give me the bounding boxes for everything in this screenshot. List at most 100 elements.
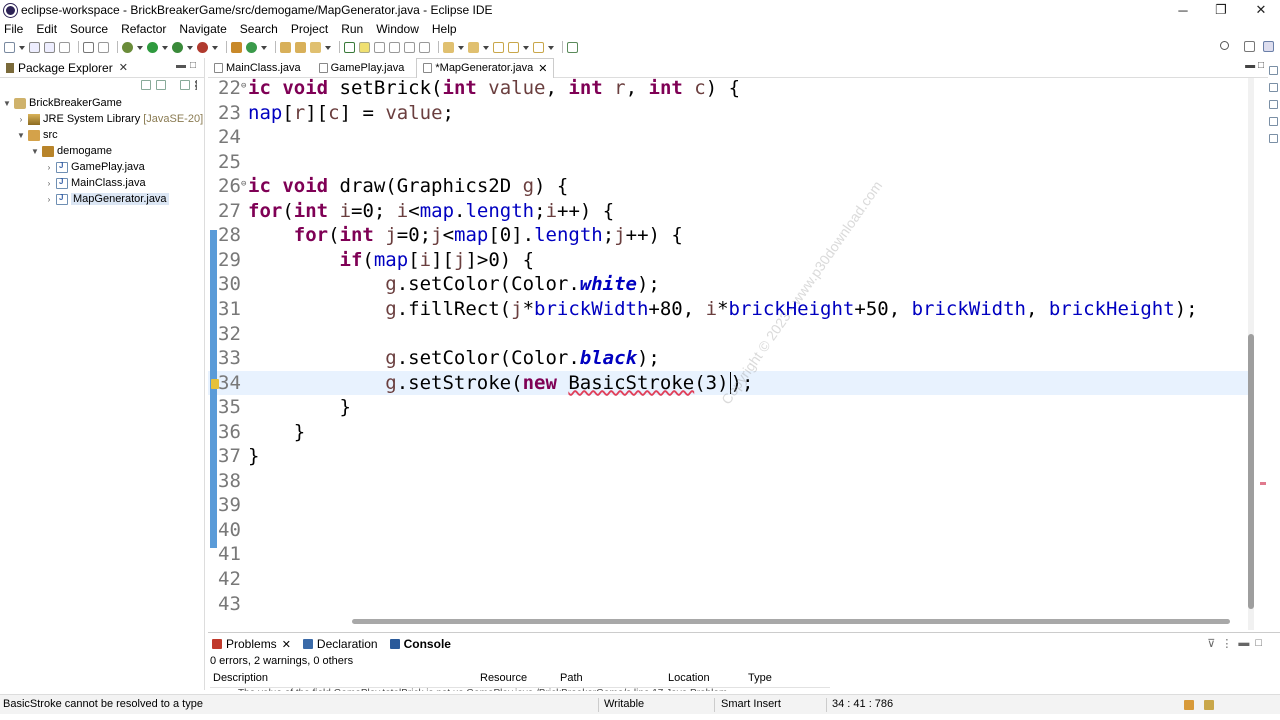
close-icon[interactable]: ✕ xyxy=(538,62,547,75)
code-line[interactable]: 26 ⊖ ic void draw(Graphics2D g) { xyxy=(208,174,1250,198)
java-perspective-icon[interactable] xyxy=(1263,41,1274,52)
bookmarks-icon[interactable] xyxy=(1269,117,1278,126)
code-line[interactable]: 41 xyxy=(208,542,1250,566)
warning-bulb-icon[interactable] xyxy=(211,379,219,389)
close-window-button[interactable]: ✕ xyxy=(1242,0,1280,20)
maximize-view-icon[interactable]: □ xyxy=(190,61,200,71)
tree-item[interactable]: ▼ demogame xyxy=(0,143,205,159)
collapse-all-icon[interactable] xyxy=(141,80,151,90)
vertical-scroll-thumb[interactable] xyxy=(1248,334,1254,609)
coverage-dropdown-icon[interactable] xyxy=(187,44,193,50)
minimize-view-icon[interactable]: ▬ xyxy=(176,61,186,71)
view-menu-icon[interactable] xyxy=(195,80,198,90)
external-tools-dropdown-icon[interactable] xyxy=(212,44,218,50)
save-all-icon[interactable] xyxy=(44,41,55,53)
code-line[interactable]: 28 for(int j=0;j<map[0].length;j++) { xyxy=(208,223,1250,247)
open-perspective-icon[interactable] xyxy=(1244,41,1255,52)
code-line[interactable]: 29 if(map[i][j]>0) { xyxy=(208,248,1250,272)
forward-icon[interactable] xyxy=(533,41,544,53)
notifications-icon[interactable] xyxy=(1184,700,1194,710)
menu-edit[interactable]: Edit xyxy=(36,22,57,36)
open-task-icon[interactable] xyxy=(295,41,306,53)
next-annotation-dropdown-icon[interactable] xyxy=(458,44,464,50)
tree-item[interactable]: ▼ src xyxy=(0,127,205,143)
problem-row[interactable]: The value of the field GamePlay.totalBri… xyxy=(238,688,838,691)
menu-project[interactable]: Project xyxy=(291,22,328,36)
code-line[interactable]: 23 nap[r][c] = value; xyxy=(208,101,1250,125)
chevron-right-icon[interactable]: › xyxy=(44,195,54,204)
menu-run[interactable]: Run xyxy=(341,22,363,36)
menu-help[interactable]: Help xyxy=(432,22,457,36)
maximize-view-icon[interactable]: □ xyxy=(1255,637,1262,650)
code-line[interactable]: 27 for(int i=0; i<map.length;i++) { xyxy=(208,199,1250,223)
menu-window[interactable]: Window xyxy=(376,22,419,36)
minimize-button[interactable]: ─ xyxy=(1164,0,1202,20)
previous-annotation-icon[interactable] xyxy=(468,41,479,53)
back-dropdown-icon[interactable] xyxy=(523,44,529,50)
chevron-down-icon[interactable]: ▼ xyxy=(2,99,12,108)
code-line[interactable]: 22 ⊖ ic void setBrick(int value, int r, in… xyxy=(208,76,1250,100)
toggle-mark-occurrences-icon[interactable] xyxy=(344,41,355,53)
outline-icon[interactable] xyxy=(1269,66,1278,75)
code-line[interactable]: 43 xyxy=(208,592,1250,616)
code-line[interactable]: 42 xyxy=(208,567,1250,591)
toggle-breadcrumb-icon[interactable] xyxy=(389,41,400,53)
terminal-icon[interactable] xyxy=(83,41,94,53)
code-line[interactable]: 33 g.setColor(Color.black); xyxy=(208,346,1250,370)
code-line[interactable]: 32 xyxy=(208,322,1250,346)
task-list-icon[interactable] xyxy=(1269,83,1278,92)
forward-dropdown-icon[interactable] xyxy=(548,44,554,50)
tab-problems[interactable]: Problems ✕ xyxy=(212,637,291,651)
toggle-edit-icon[interactable] xyxy=(359,41,370,53)
tree-item[interactable]: › GamePlay.java xyxy=(0,159,205,175)
minimize-view-icon[interactable]: ▬ xyxy=(1238,637,1249,650)
new-class-dropdown-icon[interactable] xyxy=(261,44,267,50)
print-icon[interactable] xyxy=(59,41,70,53)
search-dropdown-icon[interactable] xyxy=(325,44,331,50)
next-annotation-icon[interactable] xyxy=(443,41,454,53)
code-line[interactable]: 39 xyxy=(208,493,1250,517)
menu-source[interactable]: Source xyxy=(70,22,108,36)
menu-navigate[interactable]: Navigate xyxy=(179,22,226,36)
tree-item[interactable]: › JRE System Library [JavaSE-20] xyxy=(0,111,205,127)
filter-problems-icon[interactable]: ⊽ xyxy=(1207,637,1215,650)
editor-tab[interactable]: GamePlay.java xyxy=(313,58,411,78)
run-dropdown-icon[interactable] xyxy=(162,44,168,50)
new-icon[interactable] xyxy=(4,41,15,53)
menu-file[interactable]: File xyxy=(4,22,23,36)
editor-tab[interactable]: MainClass.java xyxy=(208,58,307,78)
close-icon[interactable]: ✕ xyxy=(119,61,128,74)
tree-item[interactable]: ▼ BrickBreakerGame xyxy=(0,95,205,111)
code-line[interactable]: 24 xyxy=(208,125,1250,149)
fold-icon[interactable]: ⊖ xyxy=(241,74,246,98)
column-header-resource[interactable]: Resource xyxy=(480,672,527,684)
code-line[interactable]: 30 g.setColor(Color.white); xyxy=(208,272,1250,296)
code-line[interactable]: 36 } xyxy=(208,420,1250,444)
previous-annotation-dropdown-icon[interactable] xyxy=(483,44,489,50)
code-line[interactable]: 31 g.fillRect(j*brickWidth+80, i*brickHe… xyxy=(208,297,1250,321)
hierarchy-icon[interactable] xyxy=(1269,100,1278,109)
tab-declaration[interactable]: Declaration xyxy=(302,637,378,651)
code-line[interactable]: 25 xyxy=(208,150,1250,174)
tree-item[interactable]: › MapGenerator.java xyxy=(0,191,205,207)
show-whitespace-icon[interactable] xyxy=(419,41,430,53)
code-line[interactable]: 40 xyxy=(208,518,1250,542)
new-java-project-icon[interactable] xyxy=(231,41,242,53)
toggle-word-wrap-icon[interactable] xyxy=(404,41,415,53)
search-toolbar-icon[interactable] xyxy=(310,41,321,53)
restore-icon[interactable] xyxy=(1269,134,1278,143)
chevron-down-icon[interactable]: ▼ xyxy=(16,131,26,140)
tips-icon[interactable] xyxy=(1204,700,1214,710)
coverage-icon[interactable] xyxy=(172,41,183,53)
menu-refactor[interactable]: Refactor xyxy=(121,22,166,36)
new-dropdown-icon[interactable] xyxy=(19,44,25,50)
editor-min-max-icon[interactable]: ▬ □ xyxy=(1245,60,1264,71)
overview-error-marker[interactable] xyxy=(1260,482,1266,485)
close-icon[interactable]: ✕ xyxy=(282,638,291,651)
tree-item[interactable]: › MainClass.java xyxy=(0,175,205,191)
menu-search[interactable]: Search xyxy=(240,22,278,36)
debug-icon[interactable] xyxy=(122,41,133,53)
filter-icon[interactable] xyxy=(180,80,190,90)
last-edit-location-icon[interactable] xyxy=(493,41,504,53)
save-icon[interactable] xyxy=(29,41,40,53)
